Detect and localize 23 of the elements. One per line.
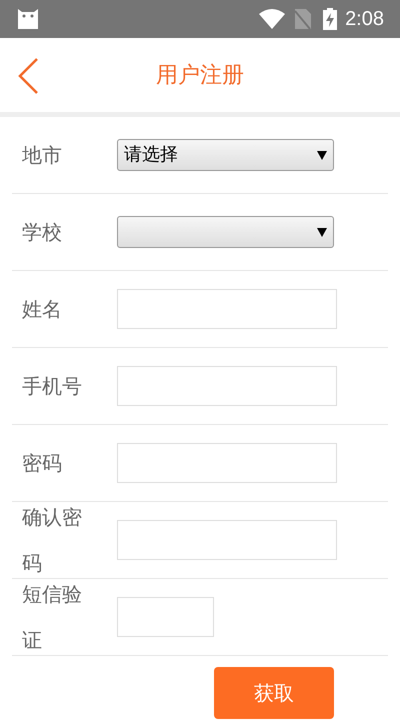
dropdown-arrow-icon xyxy=(317,150,327,160)
input-field[interactable] xyxy=(117,443,337,483)
robot-icon xyxy=(16,7,40,31)
input-field[interactable] xyxy=(117,289,337,329)
field-label: 确认密码 xyxy=(22,504,83,577)
page-title: 用户注册 xyxy=(156,62,244,90)
field-label: 地市 xyxy=(22,142,63,169)
field-label: 短信验证 xyxy=(22,581,83,654)
battery-charging-icon xyxy=(323,8,338,30)
field-label: 密码 xyxy=(22,450,63,477)
field-label: 学校 xyxy=(22,219,63,246)
status-time: 2:08 xyxy=(345,7,384,32)
input-field[interactable] xyxy=(117,520,337,560)
dropdown[interactable]: 请选择 xyxy=(117,139,334,171)
code-field[interactable] xyxy=(117,597,214,637)
wifi-icon xyxy=(259,9,286,29)
field-label: 姓名 xyxy=(22,296,63,323)
dropdown[interactable] xyxy=(117,216,334,248)
input-field[interactable] xyxy=(117,366,337,406)
back-icon xyxy=(17,58,39,94)
field-label: 手机号 xyxy=(22,373,83,400)
no-sim-icon xyxy=(295,9,312,29)
dropdown-arrow-icon xyxy=(317,228,327,236)
